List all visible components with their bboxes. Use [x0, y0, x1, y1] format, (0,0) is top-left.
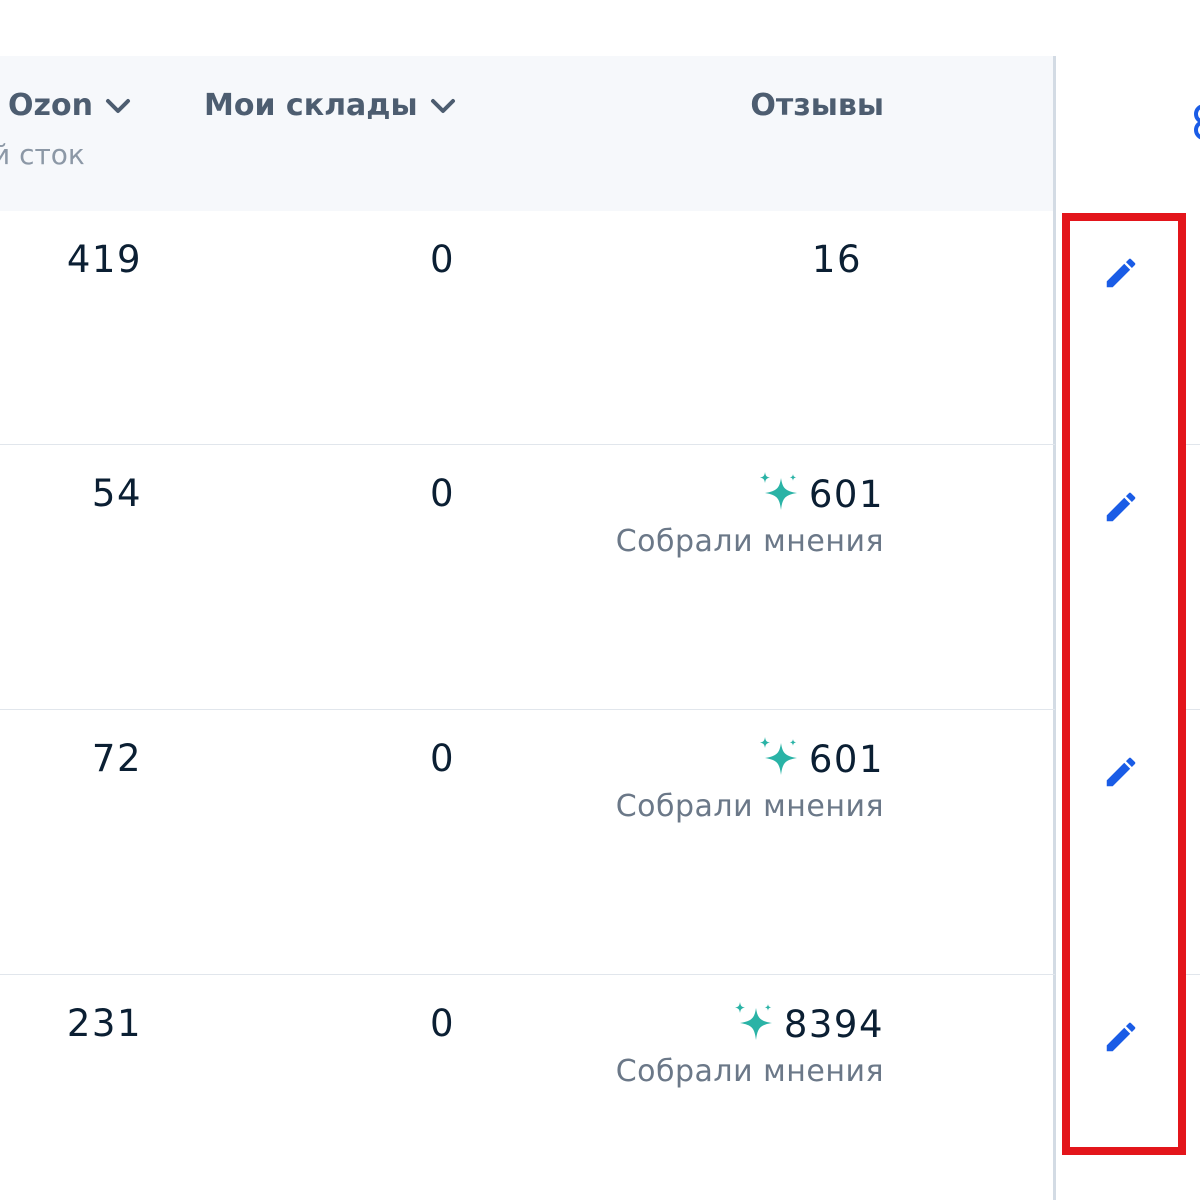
- settings-icon[interactable]: [1186, 100, 1200, 140]
- column-header-my-warehouses-label: Мои склады: [204, 88, 418, 123]
- reviews-cell: 16: [812, 238, 884, 281]
- reviews-note: Собрали мнения: [615, 524, 884, 559]
- my-warehouses-value: 0: [430, 238, 456, 281]
- column-header-my-warehouses[interactable]: Мои склады: [204, 88, 456, 123]
- ozon-stock-value: 231: [66, 1002, 142, 1045]
- reviews-count: 601: [808, 737, 884, 781]
- chevron-down-icon[interactable]: [430, 88, 456, 123]
- row-separator: [0, 709, 1055, 710]
- column-header-ozon[interactable]: Ozon: [8, 88, 131, 123]
- my-warehouses-value: 0: [430, 1002, 456, 1045]
- ozon-stock-value: 72: [91, 737, 142, 780]
- column-divider: [1053, 56, 1056, 1200]
- ozon-stock-value: 419: [66, 238, 142, 281]
- ozon-stock-value: 54: [91, 472, 142, 515]
- reviews-note: Собрали мнения: [615, 1054, 884, 1089]
- reviews-cell[interactable]: 8394 Собрали мнения: [616, 1000, 884, 1089]
- table-header: [0, 56, 1055, 211]
- my-warehouses-value: 0: [430, 472, 456, 515]
- reviews-cell[interactable]: 601 Собрали мнения: [616, 735, 884, 824]
- reviews-count: 601: [808, 472, 884, 516]
- my-warehouses-value: 0: [430, 737, 456, 780]
- sparkle-icon: [757, 470, 801, 518]
- reviews-count: 8394: [783, 1002, 884, 1046]
- reviews-note: Собрали мнения: [615, 789, 884, 824]
- highlight-box: [1062, 213, 1186, 1155]
- reviews-cell[interactable]: 601 Собрали мнения: [616, 470, 884, 559]
- sparkle-icon: [732, 1000, 776, 1048]
- column-header-ozon-label: Ozon: [8, 88, 93, 123]
- column-header-reviews-label: Отзывы: [750, 88, 884, 123]
- chevron-down-icon[interactable]: [105, 88, 131, 123]
- sparkle-icon: [757, 735, 801, 783]
- row-separator: [0, 974, 1055, 975]
- row-separator: [0, 444, 1055, 445]
- reviews-count: 16: [811, 238, 862, 281]
- column-header-ozon-subtitle: й сток: [0, 138, 85, 171]
- column-header-reviews[interactable]: Отзывы: [750, 88, 884, 123]
